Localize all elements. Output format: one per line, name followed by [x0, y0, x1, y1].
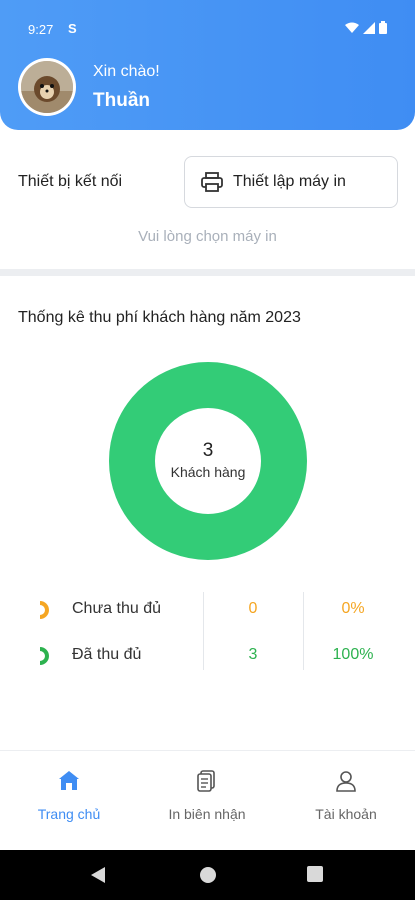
nav-home[interactable]: Trang chủ [0, 751, 138, 851]
nav-print-receipt-label: In biên nhận [168, 806, 246, 822]
home-button-icon[interactable] [199, 866, 217, 884]
printer-setup-label: Thiết lập máy in [233, 173, 346, 190]
half-circle-icon [40, 601, 49, 619]
user-name: Thuần [93, 90, 150, 111]
status-time: 9:27 [28, 22, 54, 37]
legend-count: 0 [248, 600, 258, 617]
account-icon [336, 771, 356, 792]
printer-icon [201, 172, 223, 192]
nav-account[interactable]: Tài khoản [277, 751, 415, 851]
legend-percent: 0% [341, 600, 365, 617]
select-printer-hint: Vui lòng chọn máy in [138, 228, 277, 245]
section-divider [0, 269, 415, 276]
connected-device-label: Thiết bị kết nối [18, 173, 123, 190]
battery-icon [379, 21, 387, 34]
legend-label: Đã thu đủ [72, 646, 142, 663]
donut-total-label: Khách hàng [170, 464, 246, 480]
avatar[interactable] [18, 58, 76, 116]
half-circle-icon [40, 647, 49, 665]
legend-row-unpaid: Chưa thu đủ 0 0% [0, 590, 415, 630]
legend-label: Chưa thu đủ [72, 600, 161, 617]
avatar-image [21, 61, 73, 113]
printer-setup-button[interactable]: Thiết lập máy in [184, 156, 398, 208]
legend-count: 3 [248, 646, 258, 663]
legend-row-paid: Đã thu đủ 3 100% [0, 636, 415, 676]
status-indicator: S [68, 21, 77, 36]
recent-apps-icon[interactable] [307, 866, 323, 882]
wifi-icon [345, 22, 359, 33]
status-icons [345, 21, 387, 34]
stats-title: Thống kê thu phí khách hàng năm 2023 [18, 309, 301, 326]
header: 9:27 S Xin chào! Thuần [0, 0, 415, 130]
greeting-text: Xin chào! [93, 63, 160, 80]
signal-icon [363, 21, 375, 34]
receipt-icon [197, 770, 215, 792]
system-navigation-bar [0, 850, 415, 900]
donut-total-value: 3 [202, 440, 214, 461]
nav-home-label: Trang chủ [37, 806, 101, 822]
status-bar: 9:27 S [0, 0, 415, 40]
home-icon [59, 771, 79, 790]
legend-percent: 100% [332, 646, 374, 663]
back-icon[interactable] [90, 866, 106, 884]
nav-account-label: Tài khoản [315, 806, 377, 822]
bottom-navigation: Trang chủ In biên nhận Tài khoản [0, 750, 415, 850]
nav-print-receipt[interactable]: In biên nhận [138, 751, 276, 851]
